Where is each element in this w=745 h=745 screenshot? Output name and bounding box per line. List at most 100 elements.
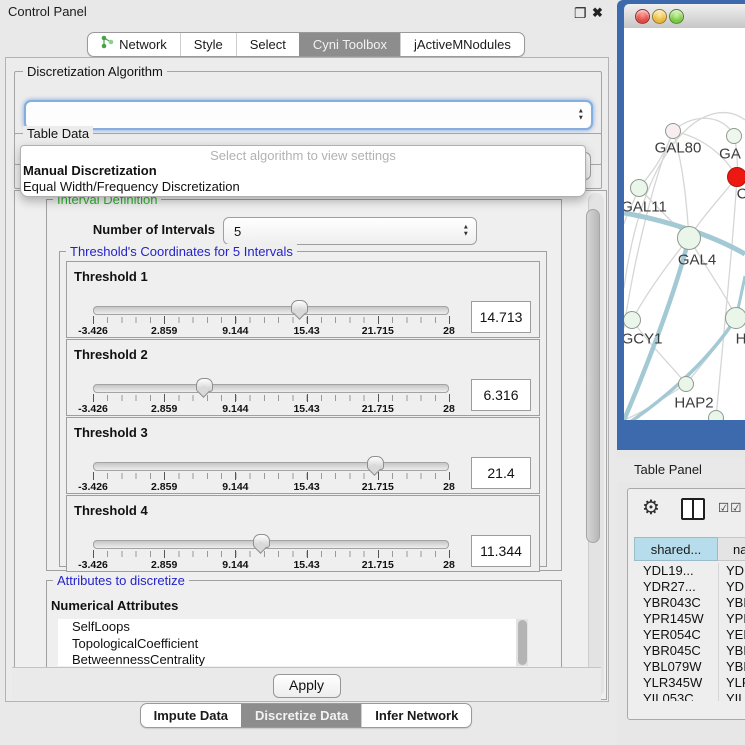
slider-track[interactable] xyxy=(93,306,449,315)
tab-style[interactable]: Style xyxy=(180,33,236,56)
slider-tick-label: 28 xyxy=(443,325,455,337)
network-node-label: GAL4 xyxy=(678,252,716,269)
screen: Control Panel ❐ ✖ NetworkStyleSelectCyni… xyxy=(0,0,745,745)
network-node[interactable] xyxy=(708,410,724,420)
threshold-value-field[interactable]: 6.316 xyxy=(471,379,531,411)
tab-cyni-toolbox[interactable]: Cyni Toolbox xyxy=(299,33,400,56)
close-window-icon[interactable]: ✖ xyxy=(592,5,603,21)
slider-tick-label: 28 xyxy=(443,481,455,493)
gear-icon[interactable]: ⚙ xyxy=(642,495,660,520)
column-header-shared[interactable]: shared... xyxy=(634,537,718,561)
slider-major-tick xyxy=(449,316,450,324)
slider-major-tick xyxy=(93,472,94,480)
slider-tick-label: -3.426 xyxy=(78,481,108,493)
network-node-gal11[interactable] xyxy=(630,179,648,197)
cell-shared-name: YBL079W xyxy=(634,659,718,675)
tab-impute-data[interactable]: Impute Data xyxy=(141,704,241,727)
apply-button[interactable]: Apply xyxy=(273,674,341,698)
slider-thumb[interactable] xyxy=(196,378,213,392)
network-node-hap2[interactable] xyxy=(678,376,694,392)
slider-tick-label: 28 xyxy=(443,559,455,571)
table-row[interactable]: YPR145WYPR1 xyxy=(634,611,745,627)
number-of-intervals-combobox[interactable]: 5 xyxy=(223,217,477,245)
float-window-icon[interactable]: ❐ xyxy=(574,5,587,22)
attribute-item-betweennesscentrality[interactable]: BetweennessCentrality xyxy=(58,652,528,666)
threshold-slider-3[interactable]: -3.4262.8599.14415.4321.71528 xyxy=(93,462,449,471)
slider-tick-label: 21.715 xyxy=(362,481,394,493)
cell-name: YIL0 xyxy=(718,691,745,701)
slider-major-tick xyxy=(378,550,379,558)
threshold-slider-2[interactable]: -3.4262.8599.14415.4321.71528 xyxy=(93,384,449,393)
cell-shared-name: YLR345W xyxy=(634,675,718,691)
algorithm-option-manual-discretization[interactable]: Manual Discretization xyxy=(23,163,157,178)
slider-thumb[interactable] xyxy=(367,456,384,470)
network-canvas[interactable]: GAL80GACGAL11GAL4GCY1HHAP2 xyxy=(624,28,745,420)
tab-discretize-data[interactable]: Discretize Data xyxy=(241,704,361,727)
threshold-slider-4[interactable]: -3.4262.8599.14415.4321.71528 xyxy=(93,540,449,549)
table-row[interactable]: YLR345WYLR3 xyxy=(634,675,745,691)
discretization-algorithm-label: Discretization Algorithm xyxy=(23,64,167,79)
slider-thumb[interactable] xyxy=(253,534,270,548)
close-traffic-light-icon[interactable] xyxy=(635,9,650,24)
network-node-gal4[interactable] xyxy=(677,226,701,250)
cell-name: YDR2 xyxy=(718,579,745,595)
threshold-value-field[interactable]: 21.4 xyxy=(471,457,531,489)
split-view-icon[interactable] xyxy=(681,498,705,520)
slider-major-tick xyxy=(307,550,308,558)
slider-thumb[interactable] xyxy=(291,300,308,314)
apply-bar: Apply xyxy=(12,667,601,700)
cell-shared-name: YBR045C xyxy=(634,643,718,659)
attribute-item-selfloops[interactable]: SelfLoops xyxy=(58,619,528,636)
algorithm-option-equal-width-frequency-discretization[interactable]: Equal Width/Frequency Discretization xyxy=(23,179,240,194)
slider-track[interactable] xyxy=(93,462,449,471)
attributes-group-label: Attributes to discretize xyxy=(53,573,189,588)
numerical-attributes-list[interactable]: SelfLoopsTopologicalCoefficientBetweenne… xyxy=(58,619,528,666)
table-row[interactable]: YIL053CYIL0 xyxy=(634,691,745,701)
combo-stepper-icon xyxy=(578,108,584,123)
slider-tick-label: 2.859 xyxy=(151,559,177,571)
control-panel-window: Control Panel ❐ ✖ NetworkStyleSelectCyni… xyxy=(0,0,612,745)
threshold-box-3: Threshold 3-3.4262.8599.14415.4321.71528… xyxy=(66,417,540,494)
tab-jactivemnodules[interactable]: jActiveMNodules xyxy=(400,33,524,56)
network-node-gal80[interactable] xyxy=(665,123,681,139)
slider-major-tick xyxy=(164,550,165,558)
network-node-ga[interactable] xyxy=(726,128,742,144)
column-header-na[interactable]: na xyxy=(718,537,745,561)
numerical-attributes-label: Numerical Attributes xyxy=(51,598,178,613)
attributes-scrollbar-track[interactable] xyxy=(516,619,528,666)
slider-track[interactable] xyxy=(93,384,449,393)
algorithm-dropdown-popup: Select algorithm to view settings Manual… xyxy=(20,145,586,197)
threshold-slider-1[interactable]: -3.4262.8599.14415.4321.71528 xyxy=(93,306,449,315)
algorithm-combobox[interactable] xyxy=(24,100,593,130)
network-node-label: C xyxy=(737,186,745,203)
tab-network[interactable]: Network xyxy=(88,33,180,56)
tab-label: Select xyxy=(250,33,286,56)
cell-shared-name: YDR27... xyxy=(634,579,718,595)
cell-name: YER0 xyxy=(718,627,745,643)
vertical-scrollbar-track[interactable] xyxy=(588,193,604,697)
tab-select[interactable]: Select xyxy=(236,33,299,56)
table-row[interactable]: YBR043CYBR0 xyxy=(634,595,745,611)
network-node-h[interactable] xyxy=(725,307,745,329)
attribute-item-topologicalcoefficient[interactable]: TopologicalCoefficient xyxy=(58,636,528,653)
threshold-value-field[interactable]: 14.713 xyxy=(471,301,531,333)
slider-tick-label: 21.715 xyxy=(362,325,394,337)
network-node-c[interactable] xyxy=(727,167,745,187)
vertical-scrollbar-thumb[interactable] xyxy=(586,209,600,543)
network-node-label: GCY1 xyxy=(624,331,662,348)
zoom-traffic-light-icon[interactable] xyxy=(669,9,684,24)
table-row[interactable]: YDL19...YDL1 xyxy=(634,563,745,579)
select-columns-icon[interactable]: ☑☑ xyxy=(718,500,742,515)
node-table: shared...na YDL19...YDL1YDR27...YDR2YBR0… xyxy=(634,537,745,703)
table-row[interactable]: YBL079WYBL0 xyxy=(634,659,745,675)
table-row[interactable]: YBR045CYBR0 xyxy=(634,643,745,659)
slider-tick-label: 9.144 xyxy=(222,559,248,571)
table-row[interactable]: YER054CYER0 xyxy=(634,627,745,643)
network-view-window: GAL80GACGAL11GAL4GCY1HHAP2 xyxy=(617,0,745,450)
attributes-scrollbar-thumb[interactable] xyxy=(518,620,527,665)
minimize-traffic-light-icon[interactable] xyxy=(652,9,667,24)
threshold-value-field[interactable]: 11.344 xyxy=(471,535,531,567)
slider-track[interactable] xyxy=(93,540,449,549)
table-row[interactable]: YDR27...YDR2 xyxy=(634,579,745,595)
tab-infer-network[interactable]: Infer Network xyxy=(361,704,471,727)
